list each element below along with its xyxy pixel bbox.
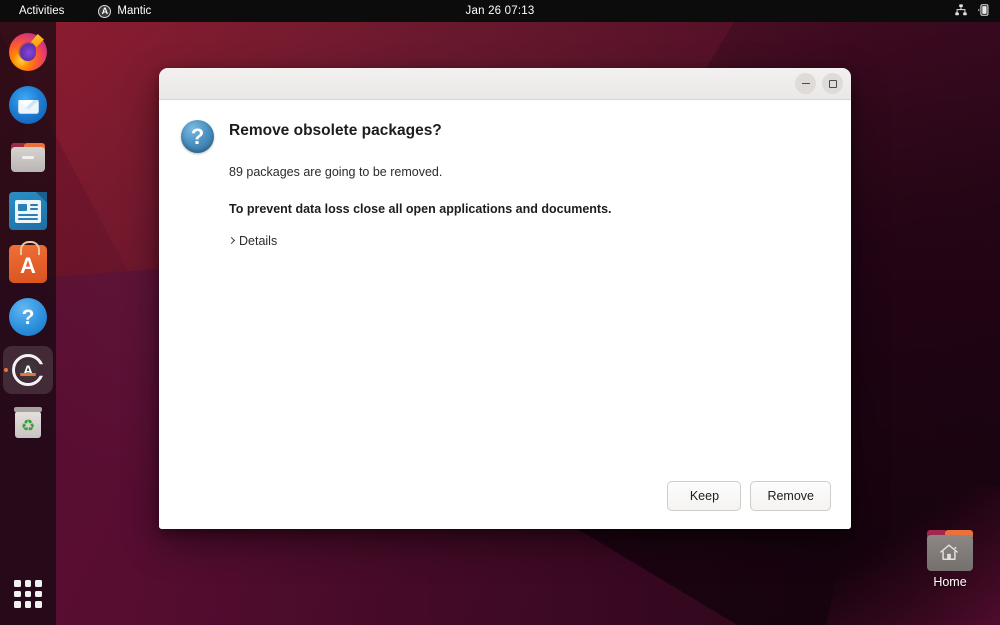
network-icon bbox=[954, 3, 968, 20]
help-icon: ? bbox=[9, 298, 47, 336]
dock-item-software-updater[interactable]: A bbox=[3, 346, 53, 394]
dialog-action-bar: Keep Remove bbox=[159, 481, 851, 529]
home-folder-icon bbox=[925, 530, 975, 572]
running-indicator-dot bbox=[4, 368, 8, 372]
help-question-glyph: ? bbox=[191, 126, 204, 148]
dialog-title: Remove obsolete packages? bbox=[229, 122, 829, 141]
dialog-subtitle: 89 packages are going to be removed. bbox=[229, 165, 829, 179]
top-bar: Activities A Mantic Jan 26 07:13 bbox=[0, 0, 1000, 22]
help-question-icon: ? bbox=[181, 120, 214, 153]
battery-icon bbox=[977, 3, 991, 20]
activities-button[interactable]: Activities bbox=[11, 3, 72, 20]
remove-obsolete-packages-dialog: ? Remove obsolete packages? 89 packages … bbox=[159, 68, 851, 529]
dialog-titlebar[interactable] bbox=[159, 68, 851, 100]
dock-item-help[interactable]: ? bbox=[3, 293, 53, 341]
remove-button-label: Remove bbox=[767, 489, 814, 503]
libreoffice-writer-icon bbox=[9, 192, 47, 230]
dock-item-thunderbird[interactable] bbox=[3, 81, 53, 129]
keep-button[interactable]: Keep bbox=[667, 481, 741, 511]
maximize-icon bbox=[829, 80, 837, 88]
apps-grid-icon bbox=[11, 577, 45, 611]
dock-item-ubuntu-software[interactable]: A bbox=[3, 240, 53, 288]
dialog-warning-text: To prevent data loss close all open appl… bbox=[229, 202, 829, 216]
app-menu-label: Mantic bbox=[117, 3, 151, 20]
details-expander[interactable]: Details bbox=[229, 234, 277, 248]
app-menu-button[interactable]: A Mantic bbox=[90, 3, 159, 20]
software-updater-icon: A bbox=[9, 351, 47, 389]
minimize-button[interactable] bbox=[795, 73, 816, 94]
home-icon-label: Home bbox=[933, 575, 966, 589]
activities-label: Activities bbox=[19, 3, 64, 20]
show-applications-button[interactable] bbox=[0, 577, 56, 611]
ubuntu-software-letter: A bbox=[9, 245, 47, 283]
dock-item-libreoffice-writer[interactable] bbox=[3, 187, 53, 235]
thunderbird-icon bbox=[9, 86, 47, 124]
dock-item-files[interactable] bbox=[3, 134, 53, 182]
dialog-text-block: Remove obsolete packages? 89 packages ar… bbox=[229, 118, 829, 248]
dialog-body: ? Remove obsolete packages? 89 packages … bbox=[159, 100, 851, 481]
dock: A ? A ♻ bbox=[0, 22, 56, 625]
dialog-header: ? Remove obsolete packages? 89 packages … bbox=[181, 118, 829, 248]
software-updater-letter: A bbox=[18, 360, 38, 380]
software-updater-icon: A bbox=[98, 5, 111, 18]
chevron-right-icon bbox=[228, 237, 235, 244]
recycle-glyph: ♻ bbox=[9, 404, 47, 442]
details-expander-label: Details bbox=[239, 234, 277, 248]
desktop-icon-home[interactable]: Home bbox=[915, 530, 985, 600]
remove-button[interactable]: Remove bbox=[750, 481, 831, 511]
minimize-icon bbox=[802, 83, 810, 85]
top-bar-left-group: Activities A Mantic bbox=[0, 3, 159, 20]
system-indicators[interactable] bbox=[954, 0, 991, 22]
ubuntu-software-icon: A bbox=[9, 245, 47, 283]
clock-label[interactable]: Jan 26 07:13 bbox=[466, 5, 535, 17]
dock-item-list: A ? A ♻ bbox=[3, 22, 53, 447]
dock-item-trash[interactable]: ♻ bbox=[3, 399, 53, 447]
keep-button-label: Keep bbox=[690, 489, 719, 503]
dock-item-firefox[interactable] bbox=[3, 28, 53, 76]
files-folder-icon bbox=[9, 139, 47, 177]
help-letter: ? bbox=[9, 298, 47, 336]
maximize-button[interactable] bbox=[822, 73, 843, 94]
firefox-icon bbox=[9, 33, 47, 71]
trash-icon: ♻ bbox=[9, 404, 47, 442]
